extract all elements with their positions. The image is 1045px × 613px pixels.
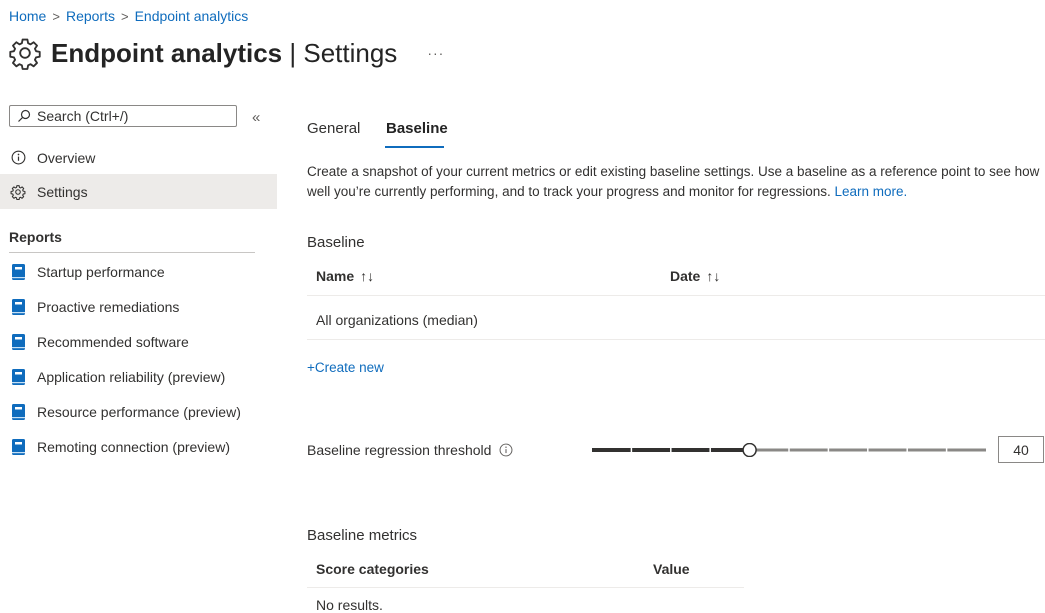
active-tab-indicator — [385, 146, 444, 148]
sidebar-item-label: Resource performance (preview) — [37, 403, 241, 420]
report-book-icon — [9, 333, 27, 351]
sidebar-item-label: Proactive remediations — [37, 298, 180, 315]
column-header-name[interactable]: Name ↑↓ — [316, 268, 374, 284]
sidebar-item-resource-performance[interactable]: Resource performance (preview) — [0, 394, 277, 429]
report-book-icon — [9, 403, 27, 421]
threshold-slider[interactable] — [592, 443, 986, 457]
sort-icon: ↑↓ — [706, 268, 721, 284]
more-options-button[interactable]: ··· — [427, 45, 444, 61]
sidebar-item-overview[interactable]: Overview — [0, 140, 277, 175]
page-title: Endpoint analytics | Settings — [51, 37, 398, 68]
create-new-link[interactable]: +Create new — [307, 360, 384, 375]
threshold-label-text: Baseline regression threshold — [307, 442, 492, 458]
tab-general[interactable]: General — [307, 120, 360, 137]
report-book-icon — [9, 368, 27, 386]
sidebar-item-label: Startup performance — [37, 263, 165, 280]
collapse-sidebar-button[interactable]: « — [252, 109, 260, 126]
breadcrumb: Home > Reports > Endpoint analytics — [9, 8, 248, 24]
sidebar-item-label: Overview — [37, 149, 96, 166]
divider — [307, 587, 744, 588]
info-icon — [9, 149, 27, 167]
column-label: Name — [316, 268, 355, 284]
sidebar-item-remoting-connection[interactable]: Remoting connection (preview) — [0, 429, 277, 464]
report-book-icon — [9, 298, 27, 316]
gear-icon — [9, 183, 27, 201]
threshold-value-input[interactable]: 40 — [998, 436, 1044, 463]
divider — [307, 339, 1045, 340]
column-label: Date — [670, 268, 701, 284]
search-input[interactable]: Search (Ctrl+/) — [9, 105, 237, 127]
sidebar-item-settings[interactable]: Settings — [0, 174, 277, 209]
sidebar-item-label: Settings — [37, 183, 88, 200]
column-header-value[interactable]: Value — [653, 561, 690, 577]
sidebar-item-label: Recommended software — [37, 333, 189, 350]
sidebar-item-label: Application reliability (preview) — [37, 368, 226, 385]
baseline-metrics-heading: Baseline metrics — [307, 527, 418, 544]
description-text: Create a snapshot of your current metric… — [307, 164, 1040, 199]
breadcrumb-reports[interactable]: Reports — [66, 8, 115, 24]
sidebar-item-application-reliability[interactable]: Application reliability (preview) — [0, 359, 277, 394]
column-header-date[interactable]: Date ↑↓ — [670, 268, 720, 284]
column-header-score-categories[interactable]: Score categories — [316, 561, 429, 577]
report-book-icon — [9, 263, 27, 281]
page-header: Endpoint analytics | Settings ··· — [8, 36, 444, 70]
report-book-icon — [9, 438, 27, 456]
reports-section-heading: Reports — [9, 229, 62, 245]
gear-icon — [9, 38, 41, 70]
sidebar-item-label: Remoting connection (preview) — [37, 438, 230, 455]
baseline-description: Create a snapshot of your current metric… — [307, 162, 1042, 202]
row-name: All organizations (median) — [316, 312, 478, 328]
empty-state-text: No results. — [316, 597, 383, 613]
tab-baseline[interactable]: Baseline — [386, 120, 448, 137]
learn-more-link[interactable]: Learn more. — [834, 184, 907, 199]
divider — [9, 252, 255, 253]
info-icon[interactable] — [499, 443, 513, 457]
divider — [307, 295, 1045, 296]
breadcrumb-endpoint-analytics[interactable]: Endpoint analytics — [135, 8, 249, 24]
sidebar-item-startup-performance[interactable]: Startup performance — [0, 254, 277, 289]
breadcrumb-home[interactable]: Home — [9, 8, 46, 24]
breadcrumb-separator: > — [120, 8, 129, 24]
threshold-label: Baseline regression threshold — [307, 442, 513, 458]
table-row[interactable]: All organizations (median) — [316, 312, 478, 328]
baseline-heading: Baseline — [307, 234, 365, 251]
sort-icon: ↑↓ — [360, 268, 375, 284]
search-icon — [18, 109, 31, 122]
slider-thumb[interactable] — [742, 443, 757, 457]
sidebar-item-recommended-software[interactable]: Recommended software — [0, 324, 277, 359]
search-placeholder: Search (Ctrl+/) — [37, 108, 129, 124]
sidebar-item-proactive-remediations[interactable]: Proactive remediations — [0, 289, 277, 324]
breadcrumb-separator: > — [52, 8, 60, 24]
